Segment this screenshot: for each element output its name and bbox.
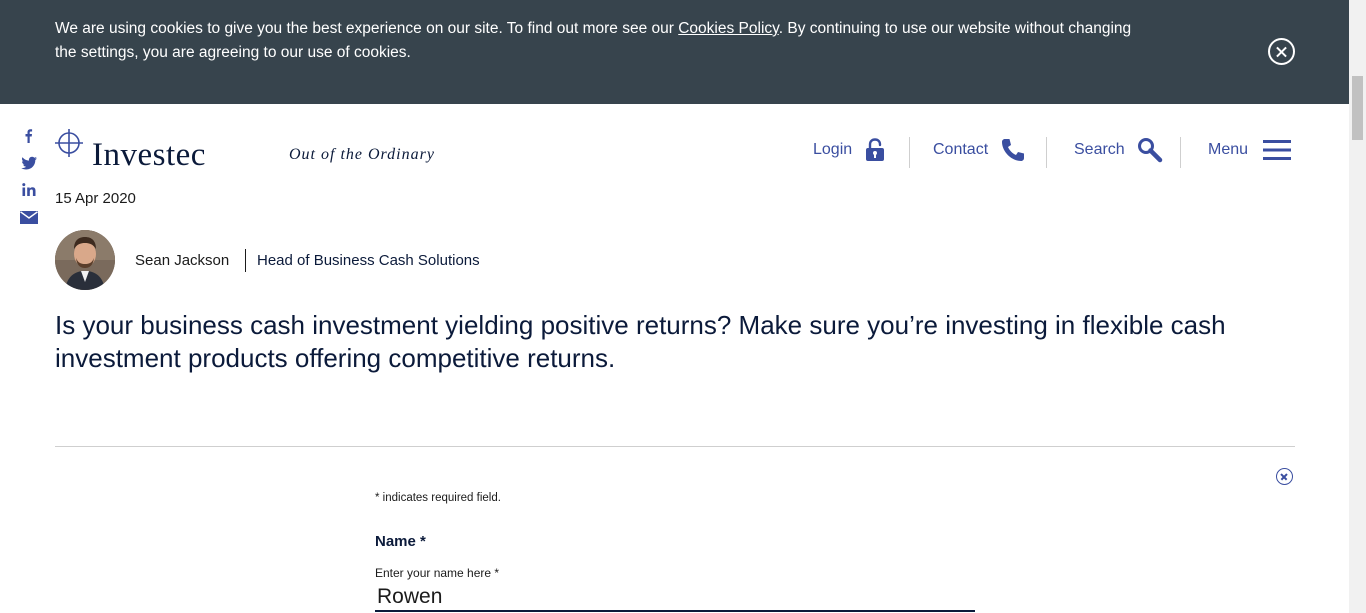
author-avatar [55,230,115,290]
menu-button[interactable]: Menu [1208,132,1292,168]
menu-label: Menu [1208,141,1249,158]
author-name: Sean Jackson [135,252,230,269]
article-lede: Is your business cash investment yieldin… [55,310,1226,373]
required-field-note: * indicates required field. [375,492,501,504]
search-button[interactable]: Search [1074,132,1163,168]
name-field-title: Name * [375,533,426,550]
name-field-label: Enter your name here * [375,566,500,580]
logo-wordmark: Investec [92,137,206,173]
article-date: 15 Apr 2020 [55,190,136,207]
investec-logo[interactable]: Investec [55,129,255,173]
cookie-message: We are using cookies to give you the bes… [55,17,1135,65]
cookies-policy-link[interactable]: Cookies Policy [678,20,779,37]
scrollbar-thumb[interactable] [1352,76,1363,140]
cookie-text-start: We are using cookies to give you the bes… [55,20,679,37]
logo-crosshair-icon [55,129,83,157]
nav-divider [1180,137,1181,168]
tagline: Out of the Ordinary [289,146,435,163]
nav-divider [1046,137,1047,168]
contact-button[interactable]: Contact [933,132,1026,168]
phone-icon [1002,139,1025,161]
author-divider [245,249,246,272]
form-close-icon[interactable] [1276,468,1293,485]
facebook-icon[interactable] [18,125,40,147]
cookie-banner: We are using cookies to give you the bes… [0,0,1349,104]
social-share-bar [18,125,42,233]
hamburger-icon [1263,140,1292,160]
close-icon[interactable] [1268,38,1295,65]
login-button[interactable]: Login [813,132,886,168]
section-divider [55,446,1295,447]
search-label: Search [1074,141,1125,158]
nav-divider [909,137,910,168]
name-input[interactable] [375,584,975,612]
email-icon[interactable] [18,206,40,228]
page-scrollbar[interactable] [1349,0,1366,613]
author-photo [55,230,115,290]
author-role: Head of Business Cash Solutions [257,252,480,269]
lock-icon [866,138,885,161]
login-label: Login [813,141,853,158]
search-icon [1137,138,1162,163]
linkedin-icon[interactable] [18,179,40,201]
contact-label: Contact [933,141,989,158]
twitter-icon[interactable] [18,152,40,174]
